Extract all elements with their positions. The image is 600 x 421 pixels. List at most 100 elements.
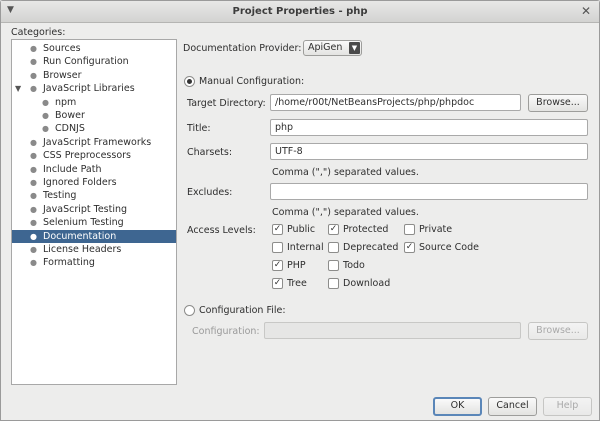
php-label: PHP <box>287 260 306 271</box>
tree-item[interactable]: ● Ignored Folders <box>12 176 176 189</box>
manual-configuration-label: Manual Configuration: <box>199 76 305 87</box>
tree-item[interactable]: ● Browser <box>12 69 176 82</box>
project-properties-dialog: ▼ Project Properties - php ✕ Categories:… <box>0 0 600 421</box>
tree-item-label: Formatting <box>43 257 95 269</box>
node-bullet-icon: ● <box>42 97 49 107</box>
tree-item[interactable]: ● Testing <box>12 189 176 202</box>
tree-item-label: JavaScript Testing <box>43 203 128 215</box>
target-directory-browse-button[interactable]: Browse... <box>528 94 588 112</box>
title-label: Title: <box>187 123 211 134</box>
tree-item[interactable]: ● Selenium Testing <box>12 216 176 229</box>
excludes-hint: Comma (",") separated values. <box>272 207 419 218</box>
public-checkbox[interactable]: ✓ <box>272 224 283 235</box>
categories-tree[interactable]: ● Sources ● Run Configuration ● Browser ▼ ● Java… <box>11 39 177 385</box>
tree-item[interactable]: ● Sources <box>12 42 176 55</box>
excludes-label: Excludes: <box>187 187 233 198</box>
tree-item-label: CSS Preprocessors <box>43 150 131 162</box>
tree-item-label: Include Path <box>43 163 102 175</box>
configuration-label: Configuration: <box>192 326 260 337</box>
chevron-down-icon: ▼ <box>349 42 360 54</box>
node-bullet-icon: ● <box>30 70 37 80</box>
charsets-input[interactable]: UTF-8 <box>270 143 588 160</box>
node-bullet-icon: ● <box>30 164 37 174</box>
ok-button[interactable]: OK <box>433 397 482 416</box>
tree-item[interactable]: ● CDNJS <box>12 122 176 135</box>
public-label: Public <box>287 224 316 235</box>
internal-label: Internal <box>287 242 324 253</box>
node-bullet-icon: ● <box>30 191 37 201</box>
tree-item-label: Selenium Testing <box>43 217 124 229</box>
node-bullet-icon: ● <box>42 111 49 120</box>
configuration-file-radio[interactable] <box>184 305 195 316</box>
source-code-checkbox[interactable]: ✓ <box>404 242 415 253</box>
tree-checkbox[interactable]: ✓ <box>272 278 283 289</box>
node-bullet-icon: ● <box>30 57 37 67</box>
tree-item[interactable]: ● npm <box>12 96 176 109</box>
documentation-provider-label: Documentation Provider: <box>183 43 302 54</box>
configuration-input[interactable] <box>264 322 521 339</box>
cancel-button[interactable]: Cancel <box>488 397 537 416</box>
charsets-hint: Comma (",") separated values. <box>272 167 419 178</box>
node-bullet-icon: ● <box>30 245 37 254</box>
protected-label: Protected <box>343 224 389 235</box>
private-label: Private <box>419 224 453 235</box>
download-label: Download <box>343 278 391 289</box>
charsets-label: Charsets: <box>187 147 233 158</box>
close-icon[interactable]: ✕ <box>581 4 591 18</box>
node-bullet-icon: ● <box>30 204 37 214</box>
tree-item-label: Run Configuration <box>43 56 129 68</box>
tree-item[interactable]: ● Documentation <box>12 229 176 243</box>
tree-item[interactable]: ▼ ● JavaScript Libraries <box>12 82 176 95</box>
node-bullet-icon: ● <box>42 124 49 134</box>
tree-item-label: Testing <box>43 190 77 202</box>
target-directory-input[interactable]: /home/r00t/NetBeansProjects/php/phpdoc <box>270 94 521 111</box>
tree-item-label: Sources <box>43 43 81 54</box>
tree-item[interactable]: ● Formatting <box>12 256 176 269</box>
internal-checkbox[interactable] <box>272 242 283 253</box>
todo-checkbox[interactable] <box>328 260 339 271</box>
tree-item-label: JavaScript Libraries <box>43 83 135 95</box>
node-bullet-icon: ● <box>30 44 37 53</box>
tree-item[interactable]: ● Bower <box>12 109 176 122</box>
manual-configuration-radio[interactable] <box>184 76 195 87</box>
categories-label: Categories: <box>11 27 66 38</box>
tree-item[interactable]: ● JavaScript Frameworks <box>12 136 176 149</box>
tree-item[interactable]: ● JavaScript Testing <box>12 203 176 216</box>
source-code-label: Source Code <box>419 242 479 253</box>
node-bullet-icon: ● <box>30 137 37 147</box>
configuration-browse-button[interactable]: Browse... <box>528 322 588 340</box>
deprecated-label: Deprecated <box>343 242 399 253</box>
tree-item-label: License Headers <box>43 244 122 255</box>
node-bullet-icon: ● <box>30 218 37 228</box>
tree-item[interactable]: ● Include Path <box>12 163 176 176</box>
documentation-provider-select[interactable]: ApiGen ▼ <box>303 40 362 56</box>
title-bar: ▼ Project Properties - php ✕ <box>1 1 599 23</box>
todo-label: Todo <box>343 260 365 271</box>
excludes-input[interactable] <box>270 183 588 200</box>
tree-item-label: Ignored Folders <box>43 177 117 188</box>
node-bullet-icon: ● <box>30 258 37 268</box>
tree-item[interactable]: ● License Headers <box>12 243 176 256</box>
window-title: Project Properties - php <box>232 6 368 17</box>
private-checkbox[interactable] <box>404 224 415 235</box>
tree-item-label: Documentation <box>43 230 117 242</box>
protected-checkbox[interactable]: ✓ <box>328 224 339 235</box>
tree-item-label: Bower <box>55 110 85 121</box>
tree-item-label: Browser <box>43 69 82 81</box>
php-checkbox[interactable]: ✓ <box>272 260 283 271</box>
title-input[interactable]: php <box>270 119 588 136</box>
help-button[interactable]: Help <box>543 397 592 416</box>
target-directory-label: Target Directory: <box>187 98 266 109</box>
node-bullet-icon: ● <box>30 84 37 94</box>
tree-item-label: CDNJS <box>55 123 85 135</box>
download-checkbox[interactable] <box>328 278 339 289</box>
tree-item-label: npm <box>55 96 77 108</box>
tree-item[interactable]: ● CSS Preprocessors <box>12 149 176 162</box>
tree-item[interactable]: ● Run Configuration <box>12 55 176 68</box>
node-bullet-icon: ● <box>30 231 37 241</box>
documentation-provider-value: ApiGen <box>308 42 343 53</box>
tree-label: Tree <box>287 278 307 289</box>
expand-arrow-icon[interactable]: ▼ <box>15 82 21 95</box>
deprecated-checkbox[interactable] <box>328 242 339 253</box>
tree-item-label: JavaScript Frameworks <box>43 136 152 148</box>
